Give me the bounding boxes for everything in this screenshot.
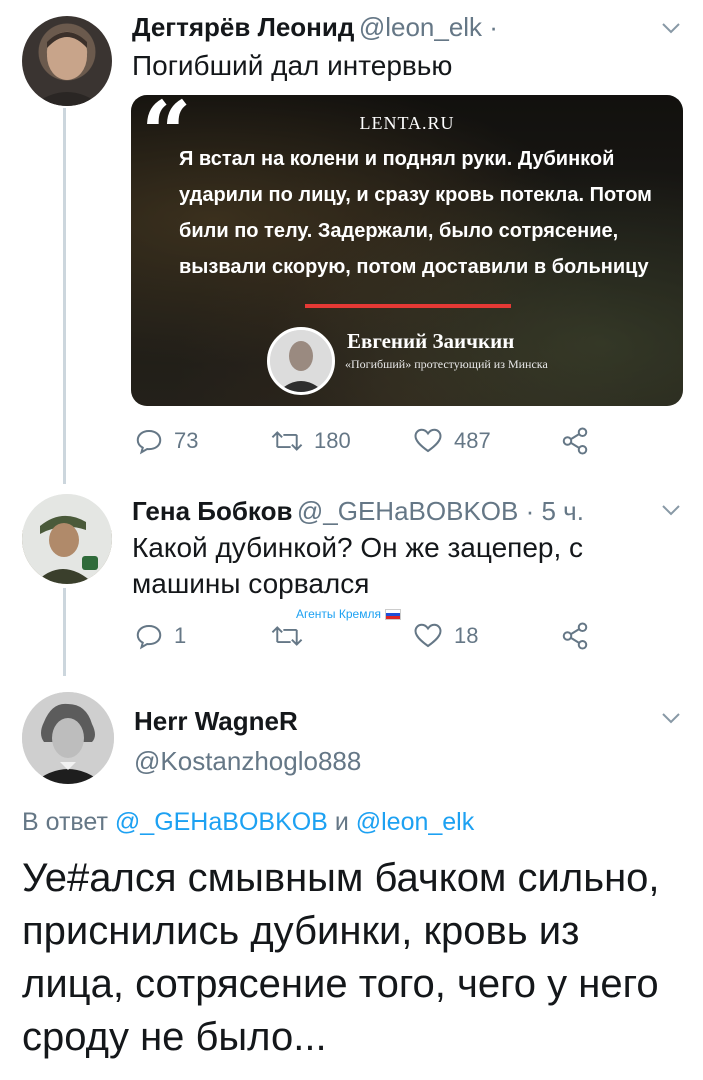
mention-link[interactable]: @leon_elk bbox=[356, 808, 475, 836]
quote-text: Я встал на колени и поднял руки. Дубинко… bbox=[179, 148, 652, 278]
retweet-count: 180 bbox=[314, 428, 351, 453]
reply-button[interactable]: 73 bbox=[134, 426, 198, 456]
divider bbox=[305, 304, 511, 308]
reply-context: В ответ @_GEHaBOBKOB и @leon_elk bbox=[22, 808, 474, 837]
tweet-text: Уе#ался смывным бачком сильно, приснилис… bbox=[22, 856, 660, 1059]
reply-conjunction: и bbox=[334, 808, 349, 836]
speaker-name: Евгений Заичкин bbox=[347, 329, 515, 353]
author-name[interactable]: Herr WagneR bbox=[134, 706, 298, 737]
reply-button[interactable]: 1 bbox=[134, 621, 186, 651]
author-handle[interactable]: @_GEHaBOBKOB · 5 ч. bbox=[297, 496, 584, 526]
quote-card-image[interactable]: “ LENTA.RU Я встал на колени и поднял ру… bbox=[131, 95, 683, 406]
flag-icon bbox=[384, 608, 401, 620]
reply-count: 73 bbox=[174, 428, 199, 453]
like-button[interactable]: 487 bbox=[412, 426, 491, 456]
reply-count: 1 bbox=[174, 623, 187, 648]
avatar[interactable] bbox=[22, 692, 114, 784]
retweet-button[interactable] bbox=[270, 621, 314, 651]
chevron-down-icon[interactable] bbox=[659, 706, 683, 730]
speaker-role: «Погибший» протестующий из Минска bbox=[345, 357, 548, 371]
tweet-text: Погибший дал интервью bbox=[132, 50, 453, 81]
share-button[interactable] bbox=[560, 621, 590, 651]
retweet-button[interactable]: 180 bbox=[270, 426, 351, 456]
reply-icon bbox=[136, 624, 162, 650]
avatar[interactable] bbox=[22, 494, 112, 584]
thread-line bbox=[63, 588, 66, 676]
chevron-down-icon[interactable] bbox=[659, 498, 683, 522]
speaker-avatar bbox=[267, 327, 335, 395]
like-count: 18 bbox=[454, 623, 479, 648]
label-tag[interactable]: Агенты Кремля bbox=[296, 607, 401, 621]
like-button[interactable]: 18 bbox=[412, 621, 478, 651]
chevron-down-icon[interactable] bbox=[659, 16, 683, 40]
share-button[interactable] bbox=[560, 426, 590, 456]
author-handle[interactable]: @leon_elk · bbox=[359, 12, 498, 42]
brand-logo: LENTA.RU bbox=[359, 113, 455, 133]
retweet-icon bbox=[271, 431, 303, 451]
label-text: Агенты Кремля bbox=[296, 607, 381, 621]
like-count: 487 bbox=[454, 428, 491, 453]
author-handle[interactable]: @Kostanzhoglo888 bbox=[134, 746, 361, 777]
share-icon bbox=[562, 427, 588, 455]
author-name[interactable]: Дегтярёв Леонид bbox=[132, 12, 354, 42]
tweet-text: Какой дубинкой? Он же зацепер, с машины … bbox=[132, 532, 584, 599]
author-name[interactable]: Гена Бобков bbox=[132, 496, 292, 526]
share-icon bbox=[562, 622, 588, 650]
avatar[interactable] bbox=[22, 16, 112, 106]
thread-line bbox=[63, 108, 66, 484]
retweet-icon bbox=[271, 626, 303, 646]
reply-prefix: В ответ bbox=[22, 808, 108, 836]
heart-icon bbox=[414, 428, 442, 453]
heart-icon bbox=[414, 623, 442, 648]
reply-icon bbox=[136, 429, 162, 455]
mention-link[interactable]: @_GEHaBOBKOB bbox=[115, 808, 328, 836]
